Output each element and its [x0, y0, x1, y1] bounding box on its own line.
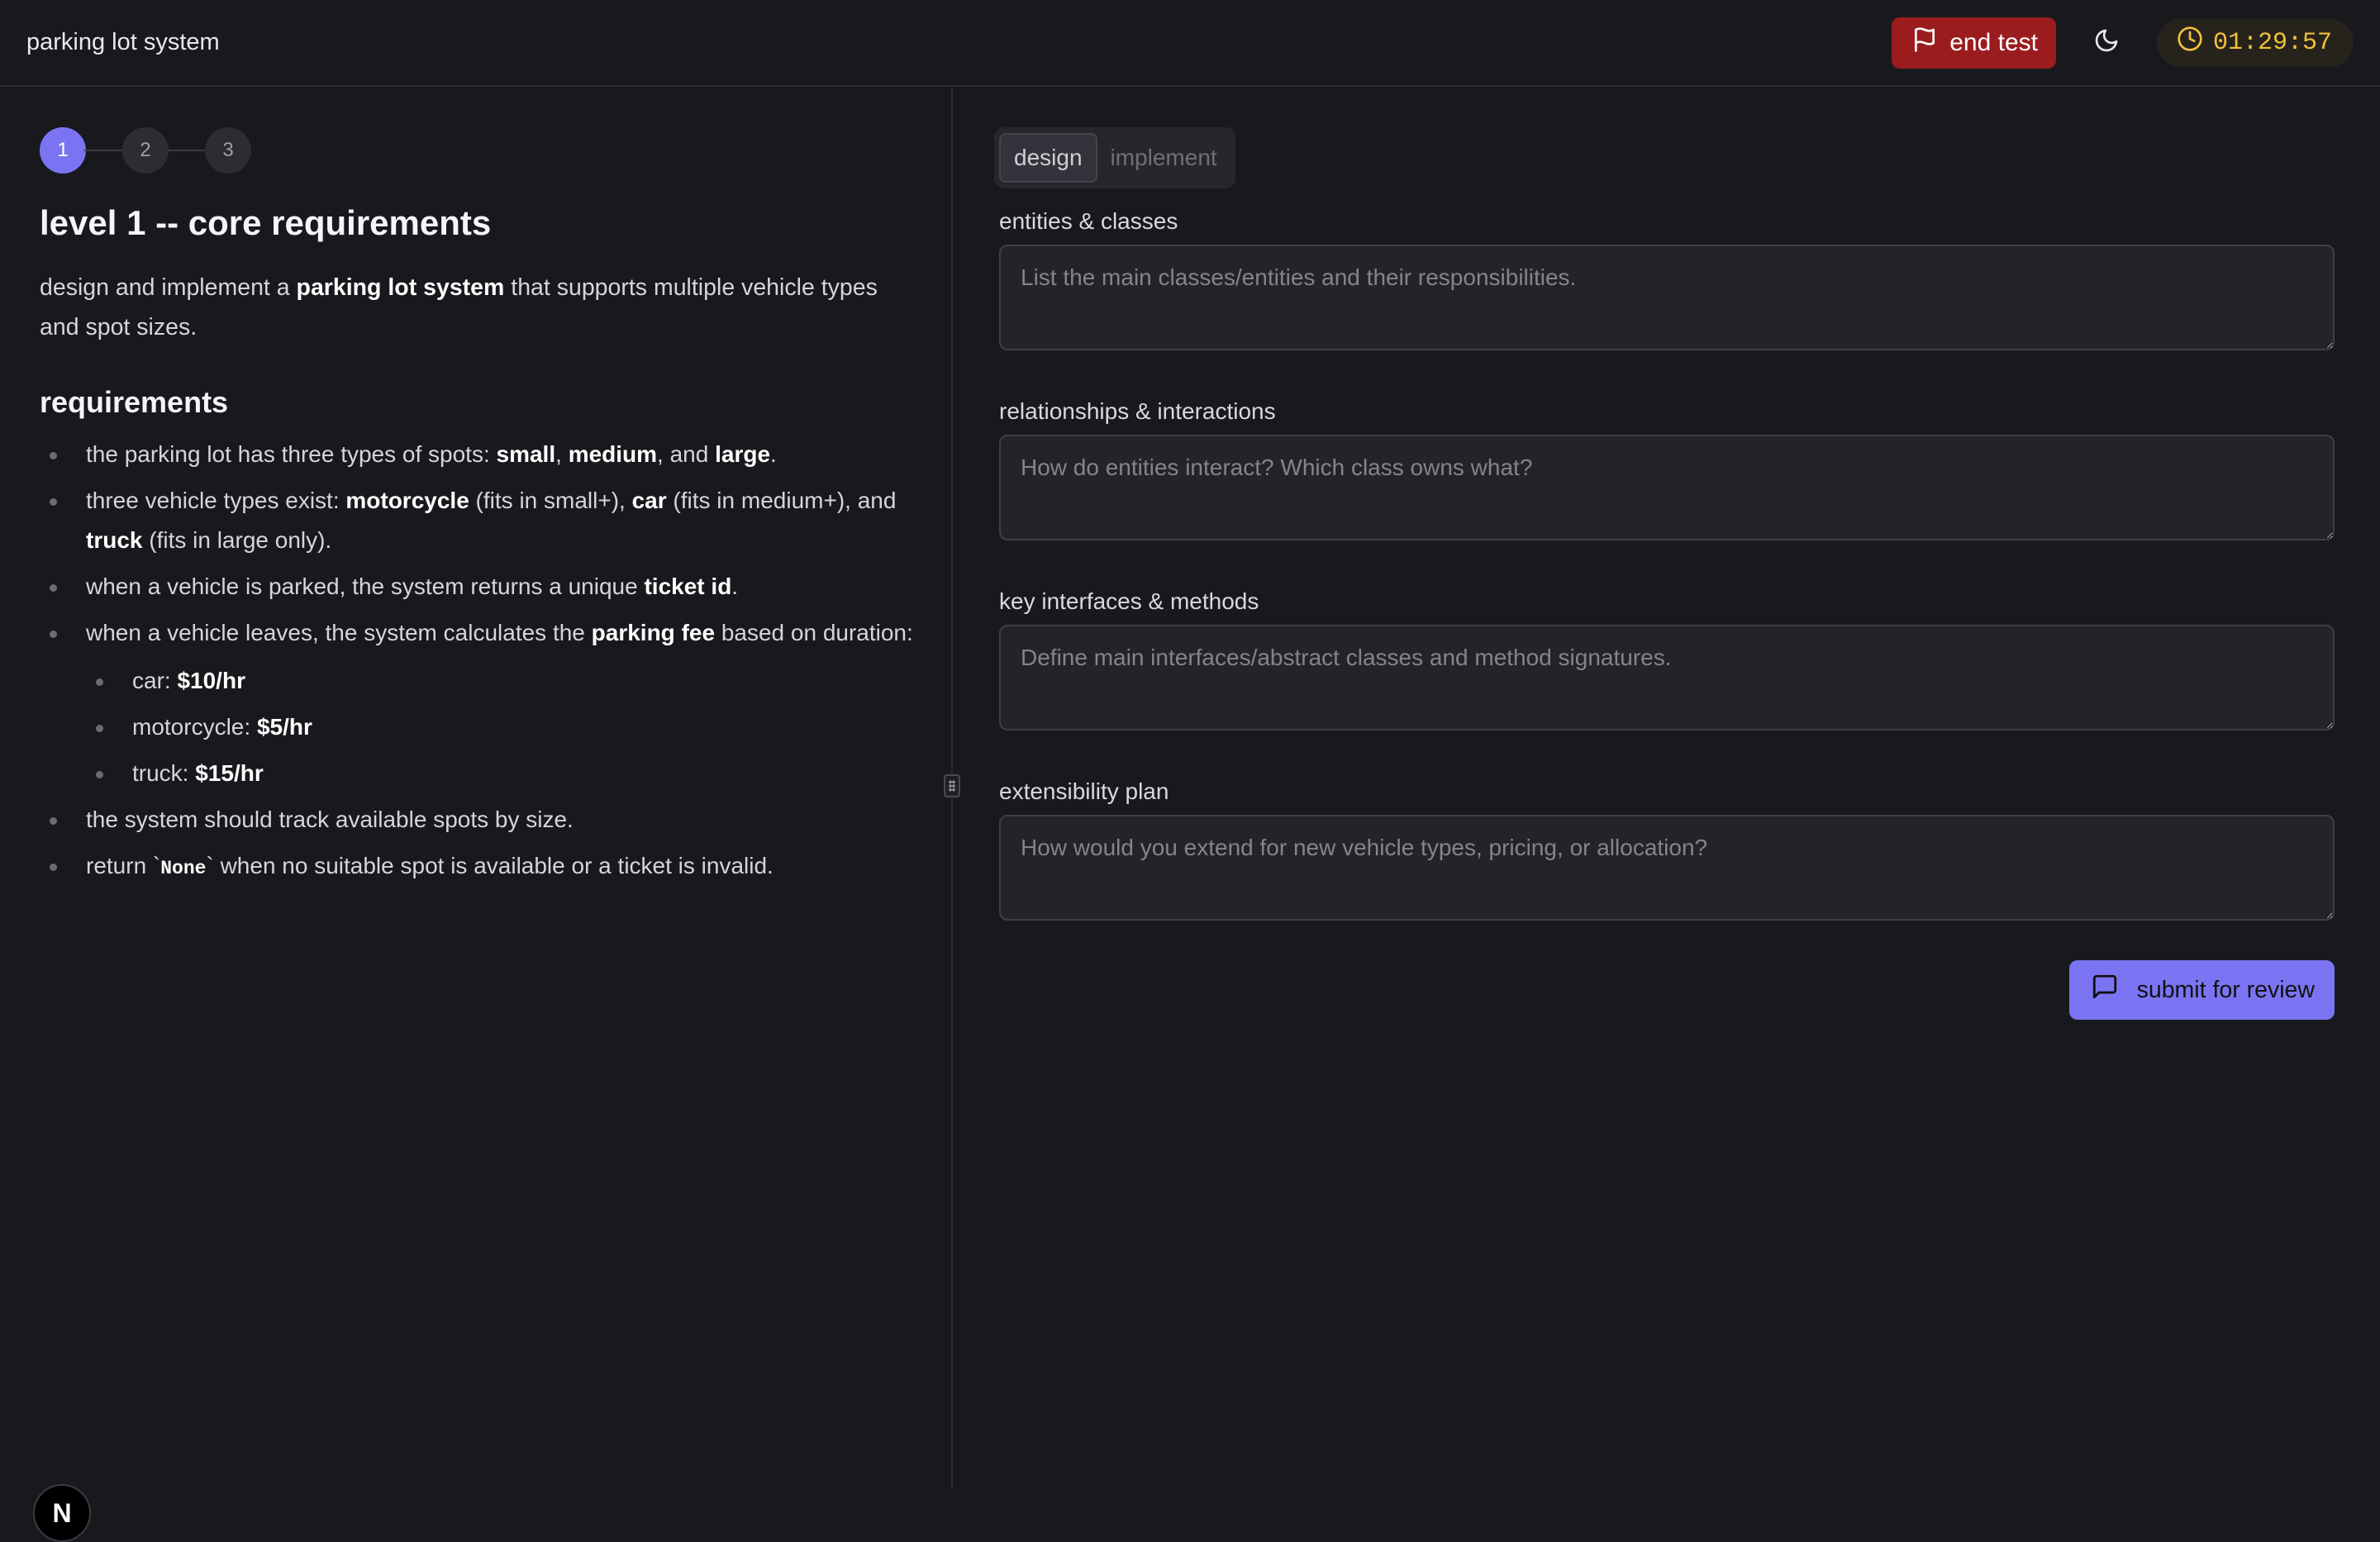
fee-list: car: $10/hr motorcycle: $5/hr truck: $15… — [86, 661, 916, 793]
theme-toggle-button[interactable] — [2081, 17, 2132, 69]
intro-emphasis: parking lot system — [296, 274, 505, 301]
extensibility-input[interactable] — [999, 815, 2335, 921]
requirements-heading: requirements — [40, 385, 229, 419]
interfaces-label: key interfaces & methods — [999, 588, 1259, 614]
top-actions: end test 01:29:57 — [1892, 17, 2354, 69]
inline-code: None — [160, 858, 207, 879]
extensibility-field-group: extensibility plan — [999, 778, 2335, 921]
step-2[interactable]: 2 — [122, 127, 169, 174]
app-logo[interactable]: N — [33, 1484, 91, 1542]
fee-item: car: $10/hr — [86, 661, 916, 701]
timer-value: 01:29:57 — [2212, 28, 2332, 57]
requirement-item: return `None` when no suitable spot is a… — [40, 846, 916, 888]
top-bar: parking lot system end test 01:29:57 — [0, 0, 2380, 87]
relationships-input[interactable] — [999, 435, 2335, 540]
requirement-item: the system should track available spots … — [40, 800, 916, 840]
fee-item: truck: $15/hr — [86, 754, 916, 793]
timer: 01:29:57 — [2156, 18, 2354, 67]
relationships-label: relationships & interactions — [999, 398, 1276, 424]
end-test-label: end test — [1949, 28, 2038, 56]
entities-input[interactable] — [999, 245, 2335, 350]
requirement-item: when a vehicle is parked, the system ret… — [40, 567, 916, 607]
end-test-button[interactable]: end test — [1892, 17, 2056, 69]
mode-tabs: design implement — [994, 127, 1235, 188]
fee-item: motorcycle: $5/hr — [86, 707, 916, 747]
requirement-item: the parking lot has three types of spots… — [40, 435, 916, 474]
interfaces-input[interactable] — [999, 625, 2335, 731]
requirement-item: three vehicle types exist: motorcycle (f… — [40, 481, 916, 560]
step-1[interactable]: 1 — [40, 127, 86, 174]
extensibility-label: extensibility plan — [999, 778, 1169, 804]
moon-icon — [2093, 27, 2120, 58]
message-square-icon — [2091, 973, 2119, 1007]
app-title: parking lot system — [26, 29, 220, 55]
problem-pane: 1 2 3 level 1 -- core requirements desig… — [0, 88, 952, 1542]
step-3[interactable]: 3 — [205, 127, 251, 174]
interfaces-field-group: key interfaces & methods — [999, 588, 2335, 731]
entities-label: entities & classes — [999, 208, 1178, 234]
submit-label: submit for review — [2136, 976, 2315, 1003]
step-connector — [84, 150, 124, 151]
tab-implement[interactable]: implement — [1097, 133, 1230, 183]
submit-row: submit for review — [999, 960, 2335, 1020]
level-stepper: 1 2 3 — [40, 127, 912, 174]
requirement-item: when a vehicle leaves, the system calcul… — [40, 613, 916, 793]
level-title: level 1 -- core requirements — [40, 203, 492, 242]
requirements-list: the parking lot has three types of spots… — [40, 435, 913, 888]
intro-text: design and implement a — [40, 274, 297, 301]
entities-field-group: entities & classes — [999, 208, 2335, 350]
tab-design[interactable]: design — [999, 133, 1097, 183]
answer-pane: design implement entities & classes rela… — [953, 88, 2380, 1487]
relationships-field-group: relationships & interactions — [999, 398, 2335, 540]
step-connector — [167, 150, 207, 151]
clock-icon — [2177, 26, 2203, 60]
submit-for-review-button[interactable]: submit for review — [2068, 960, 2335, 1020]
flag-icon — [1911, 26, 1938, 59]
problem-intro: design and implement a parking lot syste… — [40, 268, 916, 347]
